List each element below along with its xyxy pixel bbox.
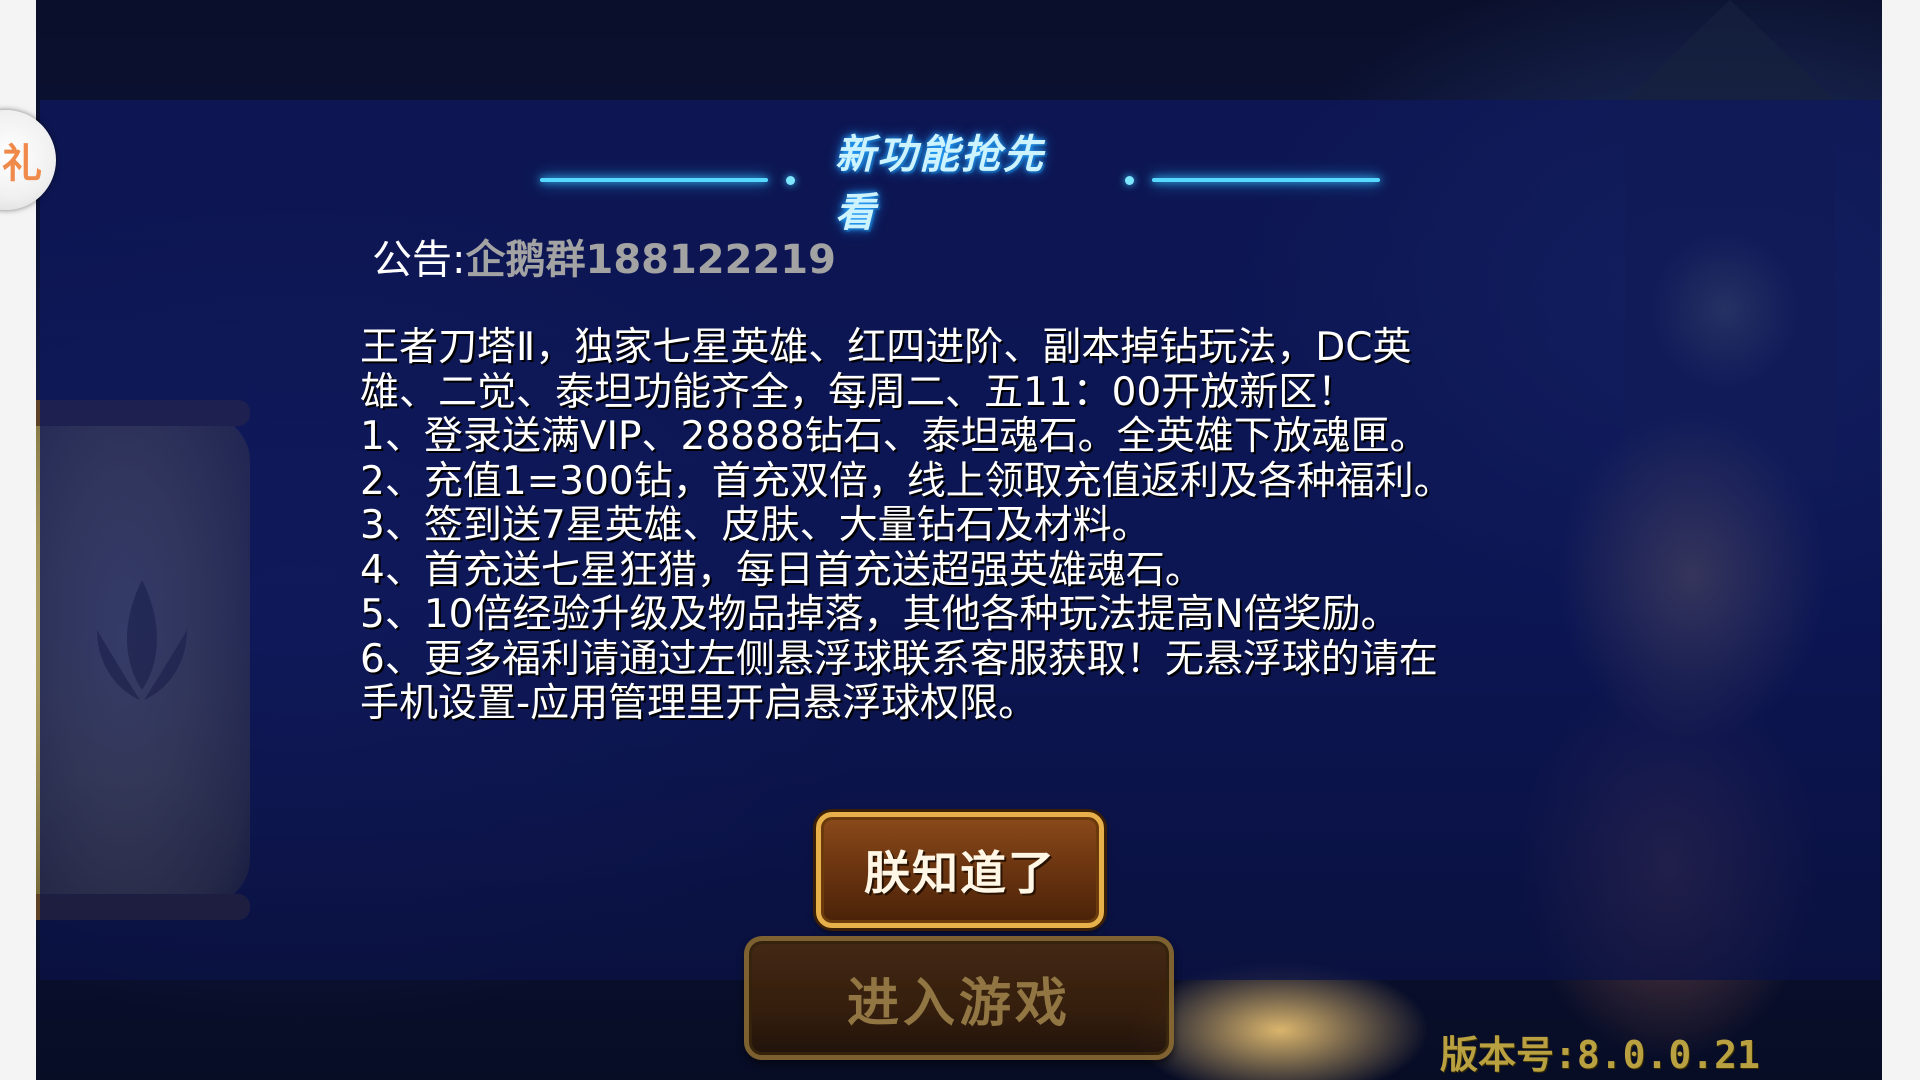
version-label: 版本号:	[1440, 1033, 1577, 1077]
notice-line: 公告:企鹅群188122219	[372, 230, 836, 290]
body-line: 4、首充送七星狂猎，每日首充送超强英雄魂石。	[360, 547, 1204, 593]
body-line: 雄、二觉、泰坦功能齐全，每周二、五11：00开放新区！	[360, 369, 1357, 415]
dialog-title: 新功能抢先看	[835, 132, 1046, 236]
enter-game-button[interactable]: 进入游戏	[744, 936, 1174, 1060]
title-divider-left	[540, 178, 769, 182]
dialog-title-bar: 新功能抢先看	[540, 132, 1380, 236]
notice-contact: 企鹅群188122219	[465, 237, 836, 283]
body-line: 3、签到送7星英雄、皮肤、大量钻石及材料。	[360, 503, 1151, 548]
announcement-body: 王者刀塔Ⅱ，独家七星英雄、红四进阶、副本掉钻玩法，DC英 雄、二觉、泰坦功能齐全…	[360, 325, 1560, 727]
acknowledge-button-label: 朕知道了	[864, 846, 1056, 900]
screen-edge-right	[1882, 0, 1920, 1080]
body-line: 王者刀塔Ⅱ，独家七星英雄、红四进阶、副本掉钻玩法，DC英	[360, 325, 1412, 370]
title-dot-right	[1124, 175, 1134, 185]
title-divider-right	[1151, 178, 1380, 182]
body-line: 手机设置-应用管理里开启悬浮球权限。	[360, 681, 1038, 726]
title-dot-left	[786, 175, 796, 185]
body-line: 6、更多福利请通过左侧悬浮球联系客服获取！无悬浮球的请在	[360, 636, 1438, 682]
version-info: 版本号:8.0.0.21	[1440, 1030, 1760, 1080]
gift-icon: 礼	[2, 141, 42, 187]
notice-label: 公告:	[372, 237, 466, 283]
body-line: 5、10倍经验升级及物品掉落，其他各种玩法提高N倍奖励。	[360, 592, 1400, 637]
acknowledge-button[interactable]: 朕知道了	[816, 812, 1104, 928]
enter-game-button-label: 进入游戏	[846, 973, 1071, 1034]
body-line: 2、充值1=300钻，首充双倍，线上领取充值返利及各种福利。	[360, 458, 1453, 504]
body-line: 1、登录送满VIP、28888钻石、泰坦魂石。全英雄下放魂匣。	[360, 414, 1429, 459]
version-number: 8.0.0.21	[1576, 1033, 1760, 1077]
game-screen: 新功能抢先看 公告:企鹅群188122219 王者刀塔Ⅱ，独家七星英雄、红四进阶…	[0, 0, 1920, 1080]
